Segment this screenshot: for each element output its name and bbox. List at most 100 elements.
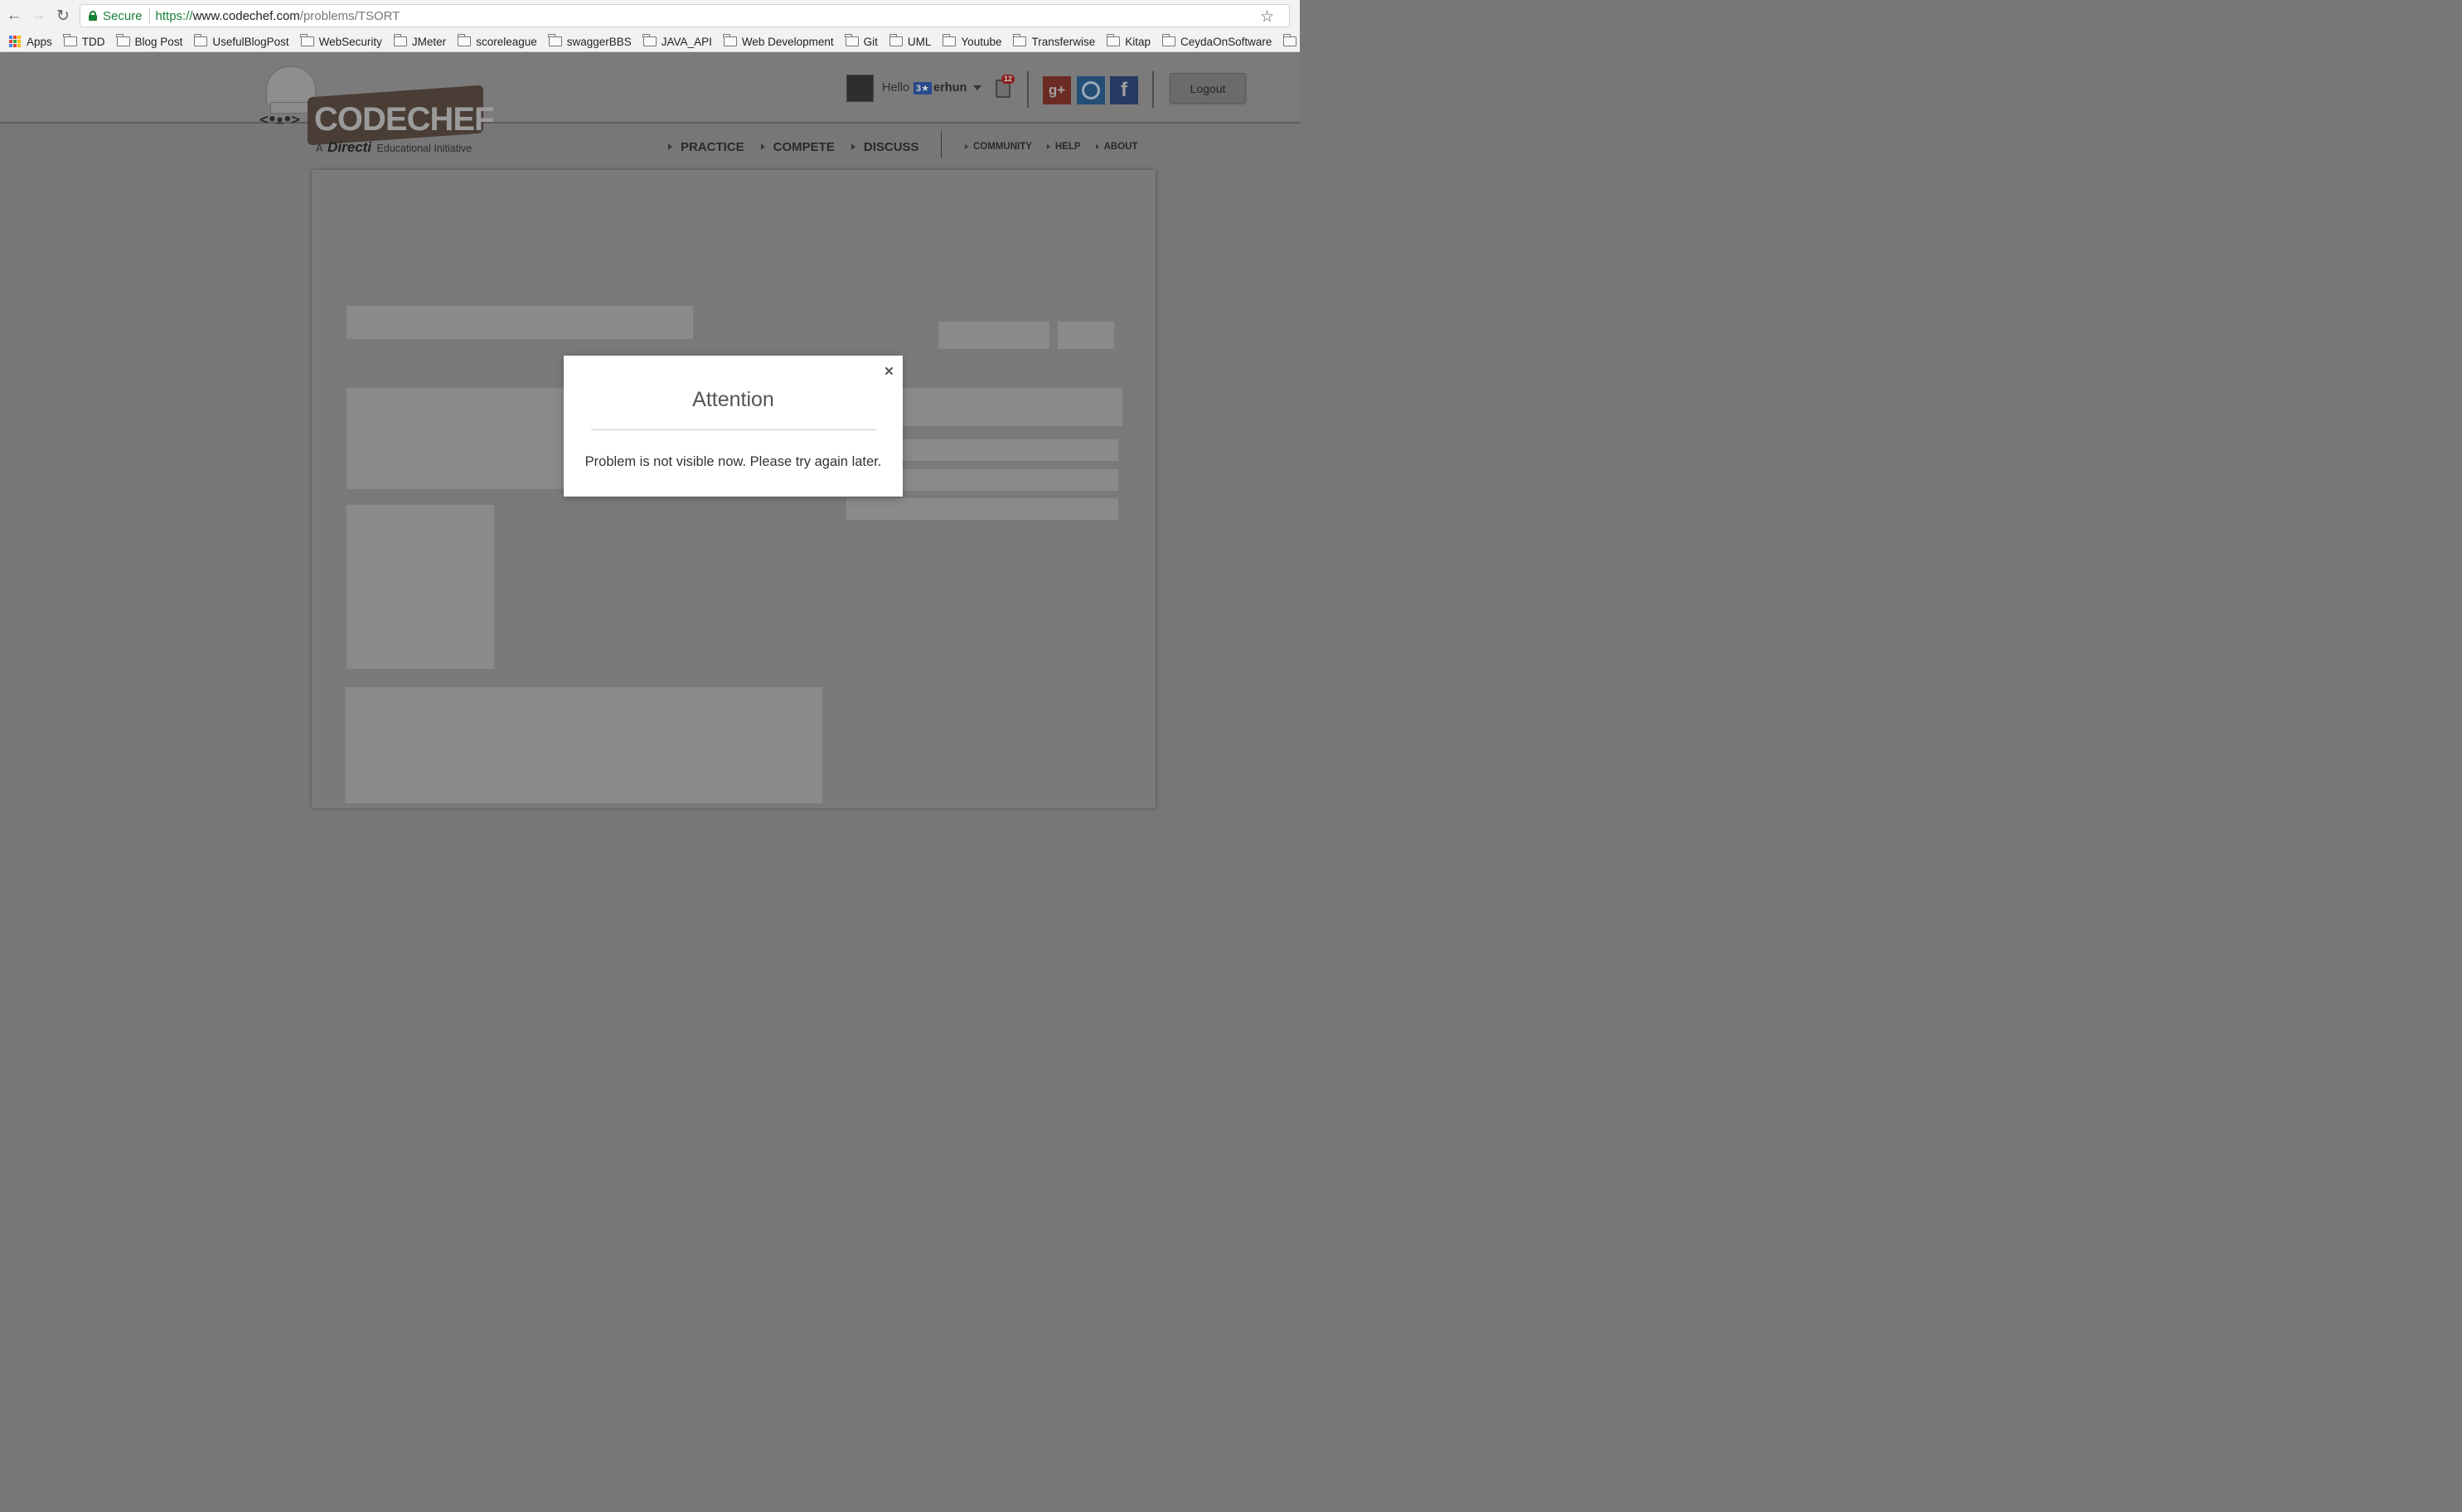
chevron-down-icon[interactable]: [973, 85, 982, 90]
avatar[interactable]: [846, 74, 874, 102]
secure-label: Secure: [103, 8, 143, 23]
folder-icon: [548, 34, 562, 46]
skeleton-block: [347, 505, 494, 669]
user-menu[interactable]: Hello 3★ erhun: [846, 73, 982, 103]
header-divider: [1027, 71, 1029, 108]
folder-icon: [116, 34, 130, 46]
skeleton-button: [1058, 322, 1114, 349]
folder-icon: [393, 34, 407, 46]
address-separator: [148, 8, 150, 23]
bookmark-star-icon[interactable]: ☆: [1260, 7, 1274, 27]
bookmark-label: WebSecurity: [318, 35, 382, 48]
modal-divider: [591, 429, 876, 430]
back-icon[interactable]: ←: [5, 7, 23, 25]
modal-message: Problem is not visible now. Please try a…: [584, 454, 882, 469]
bookmark-folder[interactable]: Blog Post: [116, 34, 183, 48]
bookmark-label: TDD: [81, 35, 105, 48]
bookmark-label: Youtube: [961, 35, 1002, 48]
modal-title: Attention: [692, 388, 774, 411]
github-icon[interactable]: [1077, 76, 1105, 104]
hello-label: Hello: [882, 81, 910, 94]
bookmark-folder[interactable]: UML: [889, 34, 932, 48]
bookmark-folder[interactable]: HT: [1282, 34, 1300, 48]
facebook-icon[interactable]: f: [1110, 76, 1138, 104]
nav-help[interactable]: HELP: [1046, 142, 1081, 152]
bookmark-label: scoreleague: [476, 35, 537, 48]
close-icon[interactable]: ×: [884, 364, 894, 380]
reload-icon[interactable]: ↻: [54, 7, 72, 25]
folder-icon: [943, 34, 957, 46]
folder-icon: [193, 34, 208, 46]
nav-divider: [941, 131, 942, 158]
triangle-right-icon: [1046, 144, 1050, 149]
bookmark-folder[interactable]: Kitap: [1106, 34, 1151, 48]
nav-discuss[interactable]: DISCUSS: [851, 140, 919, 154]
bookmark-folder[interactable]: JAVA_API: [642, 34, 712, 48]
url-scheme: https://: [155, 8, 193, 23]
bookmark-folder[interactable]: scoreleague: [457, 34, 537, 48]
bookmark-label: UML: [907, 35, 932, 48]
logo-text: CODECHEF: [314, 101, 494, 138]
nav-compete[interactable]: COMPETE: [760, 139, 835, 154]
folder-icon: [1013, 34, 1027, 46]
folder-icon: [642, 34, 657, 46]
bookmark-label: Apps: [27, 35, 52, 48]
secondary-nav: COMMUNITY HELP ABOUT: [965, 138, 1152, 155]
folder-icon: [889, 34, 903, 46]
forward-icon[interactable]: →: [29, 7, 47, 25]
notification-badge: 12: [1001, 75, 1015, 84]
bookmark-folder[interactable]: UsefulBlogPost: [193, 34, 289, 48]
bookmark-folder[interactable]: CeydaOnSoftware: [1161, 34, 1272, 48]
bookmark-folder[interactable]: Git: [845, 34, 878, 48]
star-rating-badge: 3★: [914, 81, 933, 94]
triangle-right-icon: [851, 143, 855, 150]
bookmark-folder[interactable]: Transferwise: [1013, 34, 1096, 48]
folder-icon: [723, 34, 737, 46]
bookmark-folder[interactable]: swaggerBBS: [548, 34, 632, 48]
logo-suffix: Educational Initiative: [376, 143, 473, 154]
bookmark-label: Blog Post: [134, 35, 183, 48]
logo-brand: Directi: [327, 139, 372, 155]
bookmark-label: Transferwise: [1031, 35, 1096, 48]
bookmark-label: JMeter: [411, 35, 447, 48]
bookmark-folder[interactable]: Web Development: [723, 34, 834, 48]
bookmark-folder[interactable]: WebSecurity: [300, 34, 382, 48]
folder-icon: [845, 34, 859, 46]
bookmark-label: UsefulBlogPost: [212, 35, 289, 48]
folder-icon: [457, 34, 472, 46]
bookmark-folder[interactable]: Youtube: [943, 34, 1002, 48]
url-host: www.codechef.com: [192, 8, 300, 23]
bookmark-apps[interactable]: Apps: [9, 36, 52, 48]
codechef-logo[interactable]: <•ᴥ•> CODECHEF A Directi Educational Ini…: [259, 66, 494, 156]
nav-label: ABOUT: [1103, 142, 1138, 152]
nav-about[interactable]: ABOUT: [1095, 142, 1138, 152]
bookmark-label: Git: [863, 35, 878, 48]
triangle-right-icon: [668, 143, 672, 150]
address-bar[interactable]: Secure https:// www.codechef.com /proble…: [80, 4, 1290, 27]
bookmark-label: JAVA_API: [661, 35, 712, 48]
google-plus-icon[interactable]: g+: [1043, 76, 1071, 104]
header-divider: [1152, 71, 1154, 108]
skeleton-block: [345, 687, 822, 803]
bookmark-folder[interactable]: JMeter: [393, 34, 447, 48]
attention-modal: × Attention Problem is not visible now. …: [564, 356, 903, 497]
browser-chrome: ← → ↻ Secure https:// www.codechef.com /…: [0, 0, 1300, 52]
folder-icon: [1282, 34, 1297, 46]
nav-label: COMMUNITY: [973, 142, 1032, 152]
skeleton-title: [347, 306, 693, 339]
logo-tagline: A Directi Educational Initiative: [316, 139, 472, 156]
folder-icon: [1161, 34, 1176, 46]
logout-button[interactable]: Logout: [1170, 73, 1246, 104]
triangle-right-icon: [1095, 144, 1099, 149]
nav-community[interactable]: COMMUNITY: [965, 142, 1032, 152]
username[interactable]: erhun: [933, 81, 967, 94]
skeleton-button: [938, 322, 1049, 349]
nav-label: COMPETE: [773, 139, 835, 154]
browser-toolbar: ← → ↻ Secure https:// www.codechef.com /…: [0, 0, 1300, 32]
chef-face-icon: <•ᴥ•>: [259, 111, 300, 128]
apps-grid-icon: [9, 36, 21, 47]
folder-icon: [1106, 34, 1121, 46]
bookmark-folder[interactable]: TDD: [63, 34, 105, 48]
bookmark-label: Kitap: [1125, 35, 1151, 48]
nav-practice[interactable]: PRACTICE: [668, 140, 744, 154]
